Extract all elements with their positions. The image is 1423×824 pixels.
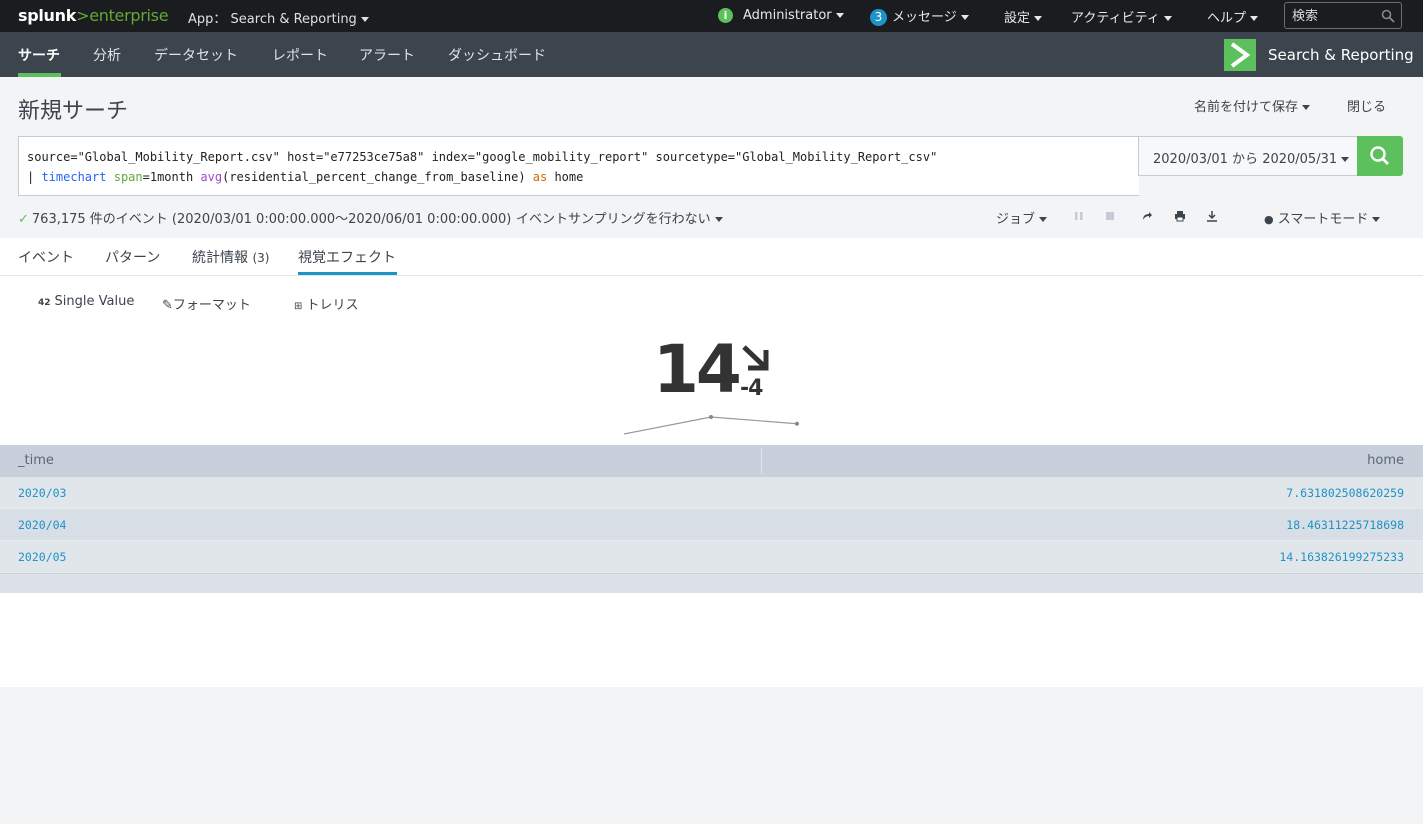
lightbulb-icon: ●	[1264, 213, 1274, 226]
search-query-editor[interactable]: source="Global_Mobility_Report.csv" host…	[18, 136, 1139, 196]
chevron-down-icon	[1039, 217, 1048, 222]
active-tab-indicator	[18, 73, 61, 77]
tab-events[interactable]: イベント	[18, 247, 74, 267]
cell-time[interactable]: 2020/05	[18, 550, 66, 564]
trend-down-arrow-icon	[742, 345, 769, 371]
activity-menu[interactable]: アクティビティ	[1071, 7, 1172, 26]
close-button[interactable]: 閉じる	[1347, 96, 1386, 115]
table-row: 2020/03 7.631802508620259	[0, 477, 1423, 509]
event-sampling-menu[interactable]: イベントサンプリングを行わない	[516, 208, 723, 227]
table-header: _time home	[0, 445, 1423, 477]
event-count-status: ✓ 763,175 件のイベント (2020/03/01 0:00:00.000〜…	[18, 212, 512, 227]
message-count-badge: 3	[870, 9, 887, 26]
tab-visualization[interactable]: 視覚エフェクト	[298, 247, 396, 267]
tab-patterns[interactable]: パターン	[105, 247, 160, 267]
page-title: 新規サーチ	[18, 99, 129, 124]
sparkline-point	[709, 415, 713, 419]
job-menu[interactable]: ジョブ	[996, 208, 1048, 227]
table-footer	[0, 573, 1423, 593]
global-search-input[interactable]	[1292, 8, 1382, 24]
single-value-delta: -4	[740, 376, 763, 401]
sparkline-line	[623, 416, 798, 435]
tab-alerts[interactable]: アラート	[359, 45, 415, 65]
global-search	[1284, 2, 1402, 29]
chevron-down-icon	[1250, 16, 1259, 21]
tab-datasets[interactable]: データセット	[154, 45, 238, 65]
viz-type-picker[interactable]: 42 Single Value	[38, 294, 134, 309]
search-icon[interactable]	[1381, 9, 1395, 23]
print-icon[interactable]	[1174, 210, 1186, 222]
app-menu[interactable]: App： Search & Reporting	[188, 8, 369, 27]
cell-time[interactable]: 2020/03	[18, 486, 66, 500]
sparkline-point	[795, 421, 799, 426]
cell-home[interactable]: 7.631802508620259	[1286, 486, 1404, 500]
app-nav-bar: サーチ 分析 データセット レポート アラート ダッシュボード Search &…	[0, 32, 1423, 77]
chevron-down-icon	[1341, 157, 1350, 162]
pencil-icon: ✎	[162, 298, 173, 313]
run-search-button[interactable]	[1357, 136, 1403, 176]
trellis-menu[interactable]: ⊞ トレリス	[294, 294, 359, 313]
search-icon	[1370, 146, 1389, 165]
chevron-down-icon	[1372, 217, 1381, 222]
chevron-down-icon	[1302, 105, 1311, 110]
chevron-down-icon	[835, 13, 844, 18]
stop-icon[interactable]	[1104, 210, 1116, 222]
tab-statistics[interactable]: 統計情報 (3)	[192, 247, 269, 267]
tab-analytics[interactable]: 分析	[93, 45, 121, 65]
cell-time[interactable]: 2020/04	[18, 518, 66, 532]
save-as-menu[interactable]: 名前を付けて保存	[1194, 96, 1311, 115]
chevron-down-icon	[1034, 16, 1043, 21]
top-bar: splunk>enterprise App： Search & Reportin…	[0, 0, 1423, 32]
settings-menu[interactable]: 設定	[1004, 7, 1043, 26]
search-mode-menu[interactable]: ● スマートモード	[1264, 208, 1381, 227]
chevron-down-icon	[960, 15, 969, 20]
messages-menu[interactable]: 3 メッセージ	[870, 6, 969, 26]
chevron-down-icon	[360, 17, 369, 22]
table-row: 2020/04 18.46311225718698	[0, 509, 1423, 541]
grid-icon: ⊞	[294, 301, 303, 312]
column-header-time[interactable]: _time	[18, 453, 54, 468]
query-line-1: source="Global_Mobility_Report.csv" host…	[27, 150, 938, 164]
column-header-home[interactable]: home	[1367, 453, 1404, 468]
query-line-2: | timechart span=1month avg(residential_…	[27, 170, 584, 184]
share-icon[interactable]	[1141, 210, 1153, 222]
info-icon: i	[718, 8, 733, 23]
chevron-down-icon	[714, 217, 723, 222]
chevron-down-icon	[1163, 16, 1172, 21]
sparkline	[623, 415, 799, 435]
export-icon[interactable]	[1206, 210, 1218, 222]
table-row: 2020/05 14.163826199275233	[0, 541, 1423, 573]
active-subtab-indicator	[298, 272, 397, 275]
results-panel: イベント パターン 統計情報 (3) 視覚エフェクト 42 Single Valu…	[0, 238, 1423, 687]
results-tabs: イベント パターン 統計情報 (3) 視覚エフェクト	[0, 238, 1423, 276]
tab-reports[interactable]: レポート	[272, 45, 328, 65]
tab-dashboards[interactable]: ダッシュボード	[448, 45, 546, 65]
splunk-logo[interactable]: splunk>enterprise	[18, 6, 169, 25]
time-range-picker[interactable]: 2020/03/01 から 2020/05/31	[1138, 136, 1358, 176]
help-menu[interactable]: ヘルプ	[1207, 7, 1259, 26]
format-menu[interactable]: ✎フォーマット	[162, 294, 251, 313]
pause-icon[interactable]	[1073, 210, 1085, 222]
cell-home[interactable]: 14.163826199275233	[1279, 550, 1404, 564]
single-value-icon: 42	[38, 298, 51, 308]
single-value-number: 14	[653, 331, 742, 408]
column-divider	[761, 448, 762, 474]
tab-search[interactable]: サーチ	[18, 45, 60, 65]
app-title: Search & Reporting	[1268, 46, 1414, 64]
user-menu[interactable]: i Administrator	[718, 8, 844, 23]
app-logo-icon	[1224, 39, 1256, 71]
cell-home[interactable]: 18.46311225718698	[1286, 518, 1404, 532]
check-icon: ✓	[18, 212, 29, 227]
